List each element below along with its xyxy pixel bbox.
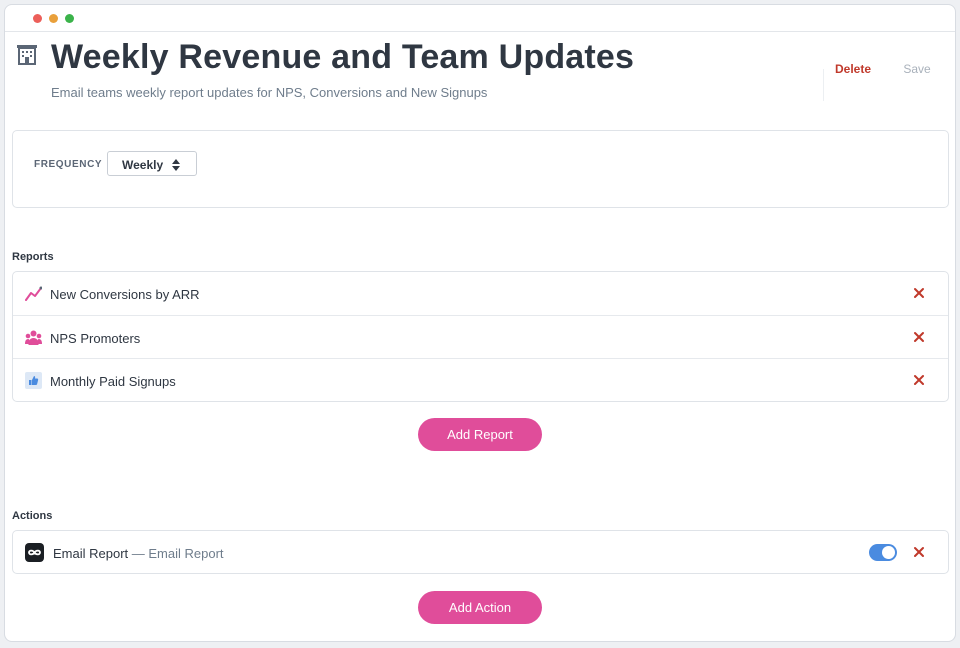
title-bar <box>5 5 955 32</box>
header-divider <box>823 69 824 101</box>
action-separator: — <box>131 546 145 561</box>
add-action-button[interactable]: Add Action <box>418 591 542 624</box>
remove-report-icon[interactable] <box>910 284 928 302</box>
frequency-select[interactable]: Weekly <box>107 151 197 176</box>
reports-list: New Conversions by ARR NPS Promoters Mon… <box>12 271 949 402</box>
list-item[interactable]: Monthly Paid Signups <box>13 358 948 401</box>
action-enabled-toggle[interactable] <box>869 544 897 561</box>
frequency-label: FREQUENCY <box>34 159 103 170</box>
thumbs-up-icon <box>25 372 42 389</box>
maximize-window-button[interactable] <box>65 14 74 23</box>
report-name: Monthly Paid Signups <box>50 374 176 389</box>
toggle-knob <box>882 546 895 559</box>
actions-list: Email Report — Email Report <box>12 530 949 574</box>
sort-updown-icon <box>172 158 180 171</box>
list-item[interactable]: NPS Promoters <box>13 315 948 358</box>
action-label: Email Report — Email Report <box>53 546 224 561</box>
save-button[interactable]: Save <box>893 62 941 80</box>
actions-section-label: Actions <box>12 510 53 522</box>
list-item[interactable]: Email Report — Email Report <box>13 531 948 574</box>
minimize-window-button[interactable] <box>49 14 58 23</box>
reports-section-label: Reports <box>12 251 54 263</box>
page-title: Weekly Revenue and Team Updates <box>51 38 635 76</box>
remove-action-icon[interactable] <box>910 543 928 561</box>
frequency-value: Weekly <box>122 158 164 172</box>
infinity-icon <box>25 543 44 562</box>
building-icon <box>15 42 39 66</box>
page-subtitle: Email teams weekly report updates for NP… <box>51 85 488 100</box>
app-window: Weekly Revenue and Team Updates Email te… <box>4 4 956 642</box>
report-name: NPS Promoters <box>50 331 141 346</box>
people-group-icon <box>25 329 42 346</box>
frequency-card: FREQUENCY Weekly <box>12 130 949 208</box>
delete-button[interactable]: Delete <box>825 62 881 80</box>
action-name: Email Report <box>53 546 129 561</box>
trend-line-icon <box>25 285 43 302</box>
remove-report-icon[interactable] <box>910 371 928 389</box>
action-type: Email Report <box>148 546 224 561</box>
list-item[interactable]: New Conversions by ARR <box>13 272 948 315</box>
close-window-button[interactable] <box>33 14 42 23</box>
add-report-button[interactable]: Add Report <box>418 418 542 451</box>
remove-report-icon[interactable] <box>910 328 928 346</box>
report-name: New Conversions by ARR <box>50 287 200 302</box>
